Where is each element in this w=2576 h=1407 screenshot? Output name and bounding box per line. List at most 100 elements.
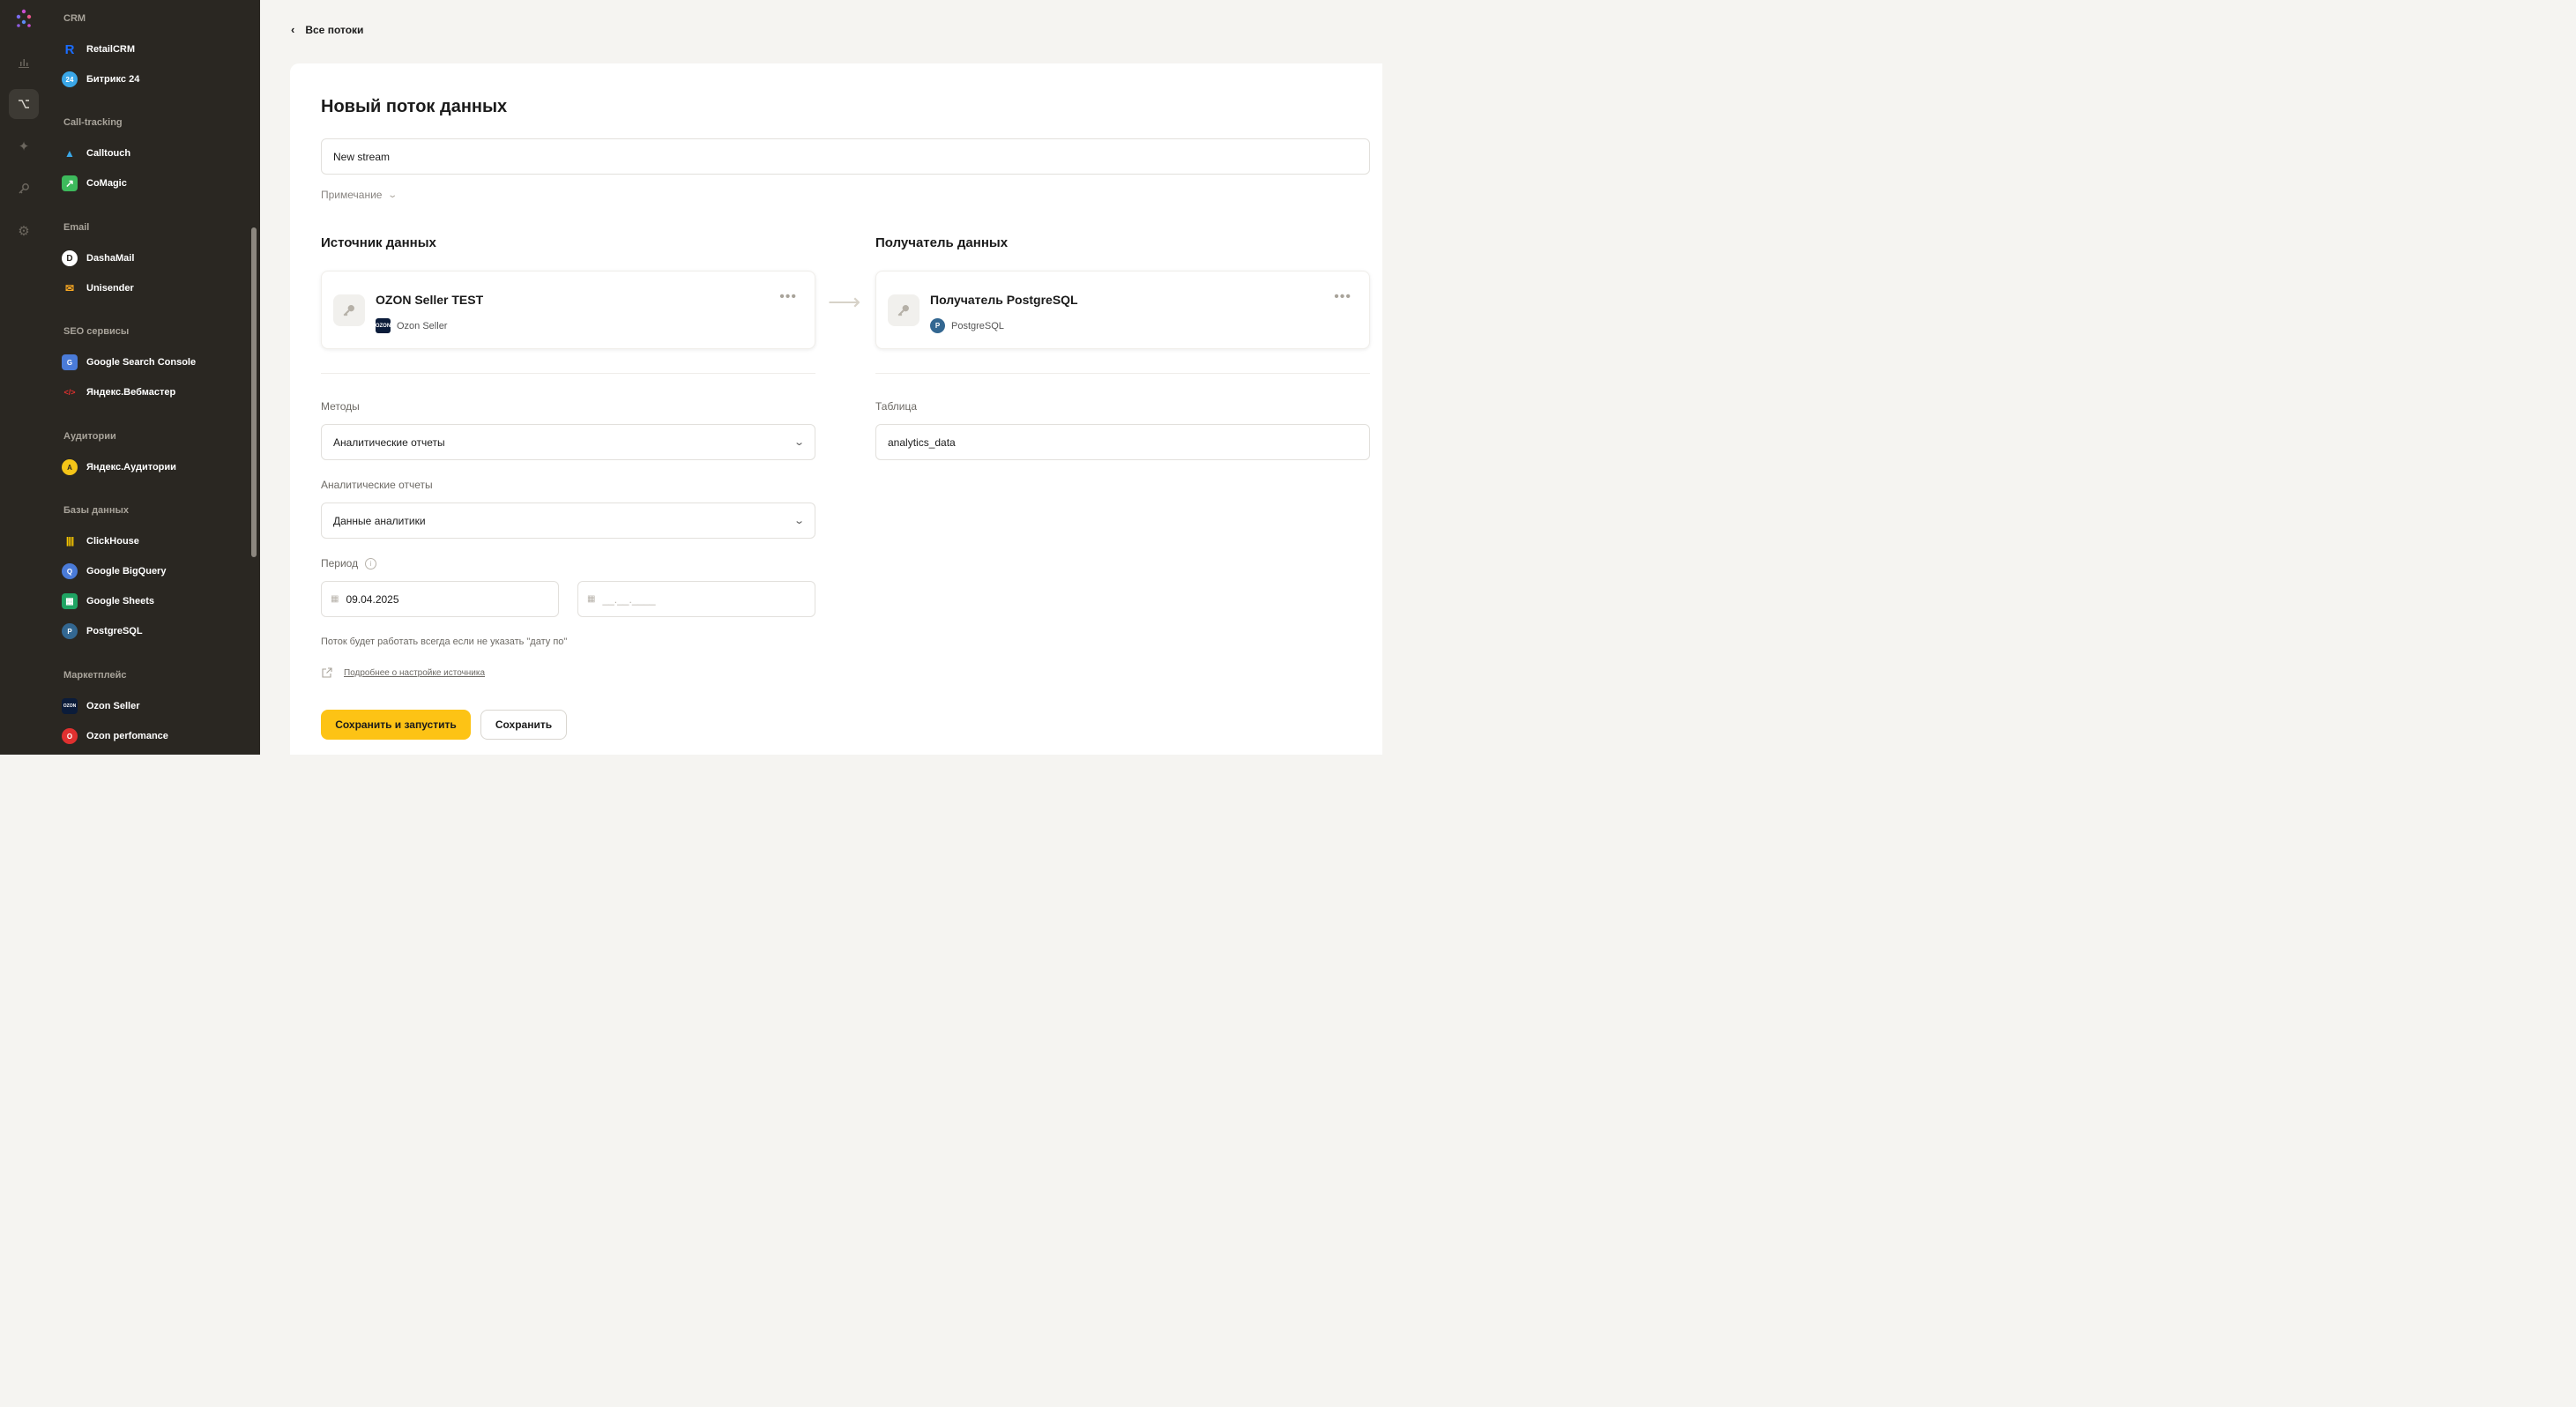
reports-select[interactable]: Данные аналитики ⌄ <box>321 502 815 539</box>
stream-form-card: Новый поток данных New stream Примечание… <box>290 63 1382 755</box>
methods-select[interactable]: Аналитические отчеты ⌄ <box>321 424 815 460</box>
sidebar-item-calltouch[interactable]: ▲ Calltouch <box>62 142 238 165</box>
save-and-run-button[interactable]: Сохранить и запустить <box>321 710 471 740</box>
more-link[interactable]: Подробнее о настройке источника <box>344 668 485 678</box>
note-toggle[interactable]: Примечание ⌄ <box>321 189 398 201</box>
table-input[interactable]: analytics_data <box>875 424 1370 460</box>
flows-icon[interactable] <box>9 89 39 119</box>
key-icon <box>333 294 365 326</box>
divider <box>875 373 1370 374</box>
section-title-marketplace: Маркетплейс <box>63 670 127 681</box>
sidebar-item-label: PostgreSQL <box>86 626 143 636</box>
sidebar-item-label: Ozon perfomance <box>86 731 168 741</box>
section-title-audiences: Аудитории <box>63 431 116 442</box>
key-icon[interactable] <box>9 174 39 204</box>
date-from-input[interactable]: ▦ 09.04.2025 <box>321 581 559 617</box>
reports-label: Аналитические отчеты <box>321 479 433 491</box>
sidebar-item-label: Unisender <box>86 283 134 294</box>
methods-label: Методы <box>321 400 360 413</box>
sidebar-item-google-bigquery[interactable]: Q Google BigQuery <box>62 560 238 583</box>
sidebar-item-yandex-webmaster[interactable]: </> Яндекс.Вебмастер <box>62 381 238 404</box>
page-title: Новый поток данных <box>321 97 508 116</box>
icon-rail: ✦ ⚙ <box>0 0 48 755</box>
sidebar-item-google-sheets[interactable]: ▦ Google Sheets <box>62 590 238 613</box>
reports-value: Данные аналитики <box>333 514 426 527</box>
key-icon <box>888 294 919 326</box>
info-icon[interactable]: i <box>365 557 377 570</box>
more-options-icon[interactable]: ••• <box>779 289 797 305</box>
gear-icon[interactable]: ⚙ <box>9 216 39 246</box>
yandex-webmaster-logo-icon: </> <box>63 388 76 397</box>
destination-name: Получатель PostgreSQL <box>930 293 1078 307</box>
sidebar-item-label: Яндекс.Вебмастер <box>86 387 176 398</box>
sidebar-item-postgresql[interactable]: P PostgreSQL <box>62 620 238 643</box>
chevron-down-icon: ⌄ <box>793 437 805 448</box>
calendar-icon: ▦ <box>587 594 596 604</box>
sidebar-item-label: Google Sheets <box>86 596 155 607</box>
save-button[interactable]: Сохранить <box>480 710 567 740</box>
google-sheets-logo-icon: ▦ <box>62 593 78 609</box>
more-link-row[interactable]: Подробнее о настройке источника <box>321 666 485 679</box>
sidebar-item-label: DashaMail <box>86 253 135 264</box>
comagic-logo-icon: ↗ <box>62 175 78 191</box>
sidebar-item-comagic[interactable]: ↗ CoMagic <box>62 172 238 195</box>
chevron-down-icon: ⌄ <box>793 516 805 526</box>
more-options-icon[interactable]: ••• <box>1334 289 1351 305</box>
chevron-left-icon: ‹ <box>291 23 295 36</box>
period-label-row: Период i <box>321 557 377 570</box>
sidebar-item-clickhouse[interactable]: |||| ClickHouse <box>62 530 238 553</box>
sidebar-item-label: Google Search Console <box>86 357 197 368</box>
sidebar-item-ozon-performance[interactable]: O Ozon perfomance <box>62 725 238 748</box>
note-label: Примечание <box>321 189 383 201</box>
section-title-databases: Базы данных <box>63 505 129 516</box>
external-link-icon <box>322 667 332 678</box>
source-name: OZON Seller TEST <box>376 293 484 307</box>
period-hint: Поток будет работать всегда если не указ… <box>321 636 568 647</box>
sidebar-scrollbar[interactable] <box>251 227 257 557</box>
google-search-console-logo-icon: G <box>62 354 78 370</box>
date-from-value: 09.04.2025 <box>346 592 399 606</box>
sidebar-item-label: Битрикс 24 <box>86 74 140 85</box>
arrow-right-icon: ⟶ <box>828 288 861 315</box>
date-to-placeholder: __.__.____ <box>602 592 656 606</box>
ozon-seller-logo-icon: OZON <box>62 698 78 714</box>
bar-chart-icon[interactable] <box>9 47 39 77</box>
stream-name-input[interactable]: New stream <box>321 138 1370 175</box>
sidebar-item-dashamail[interactable]: D DashaMail <box>62 247 238 270</box>
calltouch-logo-icon: ▲ <box>64 147 75 160</box>
ozon-performance-logo-icon: O <box>62 728 78 744</box>
unisender-logo-icon: ✉ <box>64 282 75 294</box>
sidebar-item-google-search-console[interactable]: G Google Search Console <box>62 351 238 374</box>
sidebar-item-label: Google BigQuery <box>86 566 167 577</box>
calendar-icon: ▦ <box>331 594 339 604</box>
destination-heading: Получатель данных <box>875 235 1009 250</box>
ozon-logo-icon: OZON <box>376 318 391 333</box>
sidebar-item-unisender[interactable]: ✉ Unisender <box>62 277 238 300</box>
yandex-audiences-logo-icon: A <box>62 459 78 475</box>
sources-sidebar: CRM R RetailCRM 24 Битрикс 24 Call-track… <box>48 0 260 755</box>
clickhouse-logo-icon: |||| <box>65 536 74 547</box>
sparkle-icon[interactable]: ✦ <box>9 131 39 161</box>
sidebar-item-label: RetailCRM <box>86 44 136 55</box>
back-label: Все потоки <box>305 23 364 36</box>
sidebar-item-label: Яндекс.Аудитории <box>86 462 176 473</box>
sidebar-item-label: Ozon Seller <box>86 701 140 711</box>
dashamail-logo-icon: D <box>62 250 78 266</box>
logo-icon[interactable] <box>9 4 39 34</box>
period-label: Период <box>321 557 359 570</box>
source-type-label: Ozon Seller <box>397 320 448 331</box>
destination-card[interactable]: Получатель PostgreSQL P PostgreSQL ••• <box>875 271 1370 349</box>
destination-type: P PostgreSQL <box>930 318 1004 333</box>
table-label: Таблица <box>875 400 918 413</box>
sidebar-item-retailcrm[interactable]: R RetailCRM <box>62 38 238 61</box>
sidebar-item-bitrix24[interactable]: 24 Битрикс 24 <box>62 68 238 91</box>
sidebar-item-ozon-seller[interactable]: OZON Ozon Seller <box>62 695 238 718</box>
date-to-input[interactable]: ▦ __.__.____ <box>577 581 815 617</box>
back-link[interactable]: ‹ Все потоки <box>291 23 363 36</box>
methods-value: Аналитические отчеты <box>333 436 445 449</box>
source-card[interactable]: OZON Seller TEST OZON Ozon Seller ••• <box>321 271 815 349</box>
destination-type-label: PostgreSQL <box>951 320 1004 331</box>
source-heading: Источник данных <box>321 235 436 250</box>
sidebar-item-yandex-audiences[interactable]: A Яндекс.Аудитории <box>62 456 238 479</box>
bitrix24-logo-icon: 24 <box>62 71 78 87</box>
